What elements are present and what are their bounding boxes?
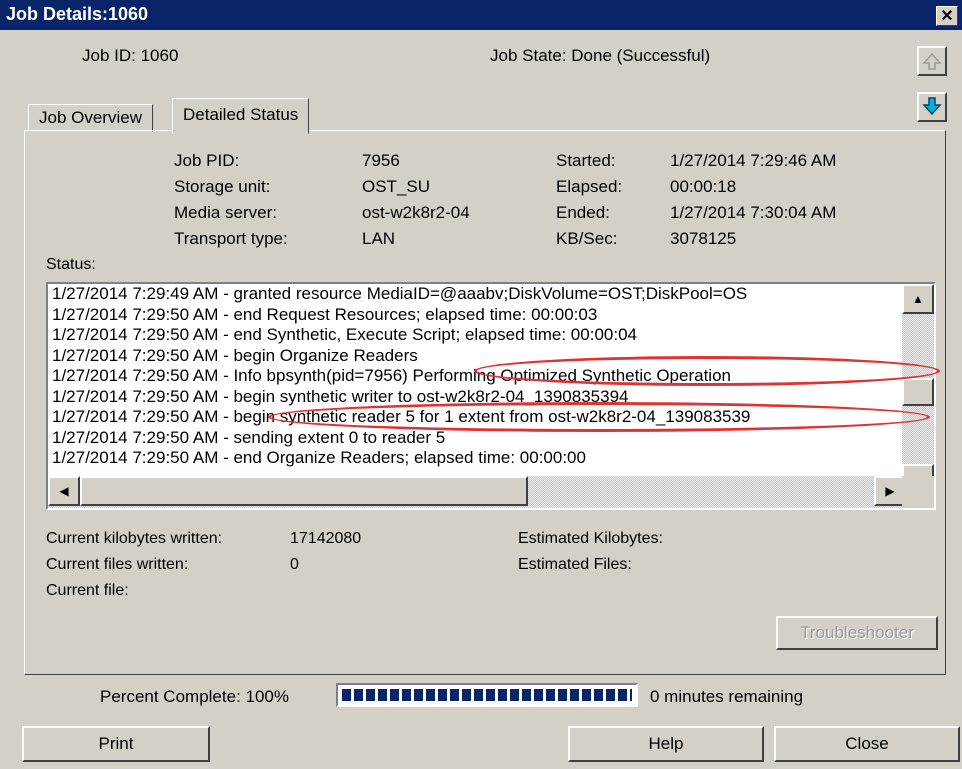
current-file-label: Current file: [46,582,129,599]
kb-written-label: Current kilobytes written: [46,530,223,547]
details-right-labels: Started: Elapsed: Ended: KB/Sec: [556,148,622,252]
kb-written-value: 17142080 [290,530,362,547]
estimated-kb-label: Estimated Kilobytes: [518,530,663,547]
detail-label: Storage unit: [174,177,271,196]
vertical-scroll-thumb[interactable] [902,378,934,406]
log-line: 1/27/2014 7:29:50 AM - end Organize Read… [52,448,586,467]
time-remaining-label: 0 minutes remaining [650,687,804,706]
files-written-value: 0 [290,556,299,573]
media-server-value: ost-w2k8r2-04 [362,203,470,222]
arrow-down-icon [922,97,942,116]
annotation-oval [474,356,940,386]
progress-fill [342,689,632,701]
scrollbar-corner [902,476,934,508]
kb-per-sec-value: 3078125 [670,229,737,248]
scroll-up-button[interactable]: ▲ [902,284,934,314]
title-bar[interactable]: Job Details:1060 ✕ [0,0,962,30]
help-button[interactable]: Help [568,726,764,762]
log-line: 1/27/2014 7:29:50 AM - end Synthetic, Ex… [52,325,637,344]
next-job-button[interactable] [917,92,947,122]
elapsed-value: 00:00:18 [670,177,737,196]
annotation-oval [268,402,930,432]
estimated-files-label: Estimated Files: [518,556,632,573]
files-written-label: Current files written: [46,556,189,573]
progress-bar [336,683,638,707]
detail-label: Transport type: [174,229,288,248]
log-line: 1/27/2014 7:29:50 AM - end Request Resou… [52,304,598,324]
tab-detailed-status[interactable]: Detailed Status [172,98,310,134]
detail-label: Ended: [556,203,610,222]
status-log[interactable]: 1/27/2014 7:29:49 AM - granted resource … [46,282,936,510]
detail-label: KB/Sec: [556,229,618,248]
close-window-button[interactable]: ✕ [936,6,958,26]
previous-job-button[interactable] [917,46,947,76]
job-id-label: Job ID: 1060 [82,46,179,65]
job-state-label: Job State: Done (Successful) [490,46,711,65]
details-left-labels: Job PID: Storage unit: Media server: Tra… [174,148,288,252]
close-button[interactable]: Close [774,726,960,762]
detail-label: Elapsed: [556,177,623,196]
window-title: Job Details:1060 [6,4,149,24]
print-button[interactable]: Print [22,726,210,762]
details-left-values: 7956 OST_SU ost-w2k8r2-04 LAN [362,148,470,252]
scroll-left-button[interactable]: ◀ [48,476,80,506]
detail-label: Media server: [174,203,277,222]
details-right-values: 1/27/2014 7:29:46 AM 00:00:18 1/27/2014 … [670,148,836,252]
troubleshooter-button[interactable]: Troubleshooter [776,616,938,650]
job-details-window: Job Details:1060 ✕ Job ID: 1060 Job Stat… [0,0,962,769]
horizontal-scroll-thumb[interactable] [80,476,528,506]
percent-complete-label: Percent Complete: 100% [100,687,289,706]
job-pid-value: 7956 [362,151,400,170]
ended-value: 1/27/2014 7:30:04 AM [670,203,837,222]
log-line: 1/27/2014 7:29:49 AM - granted resource … [52,284,748,303]
arrow-up-icon [922,52,942,70]
detail-label: Job PID: [174,151,240,170]
status-label: Status: [46,256,96,273]
storage-unit-value: OST_SU [362,177,431,196]
tab-job-overview[interactable]: Job Overview [28,104,153,132]
horizontal-scrollbar[interactable]: ◀ ▶ [48,476,908,508]
started-value: 1/27/2014 7:29:46 AM [670,151,837,170]
detail-label: Started: [556,151,616,170]
transport-type-value: LAN [362,229,396,248]
vertical-scrollbar[interactable]: ▲ ▼ [902,284,934,494]
